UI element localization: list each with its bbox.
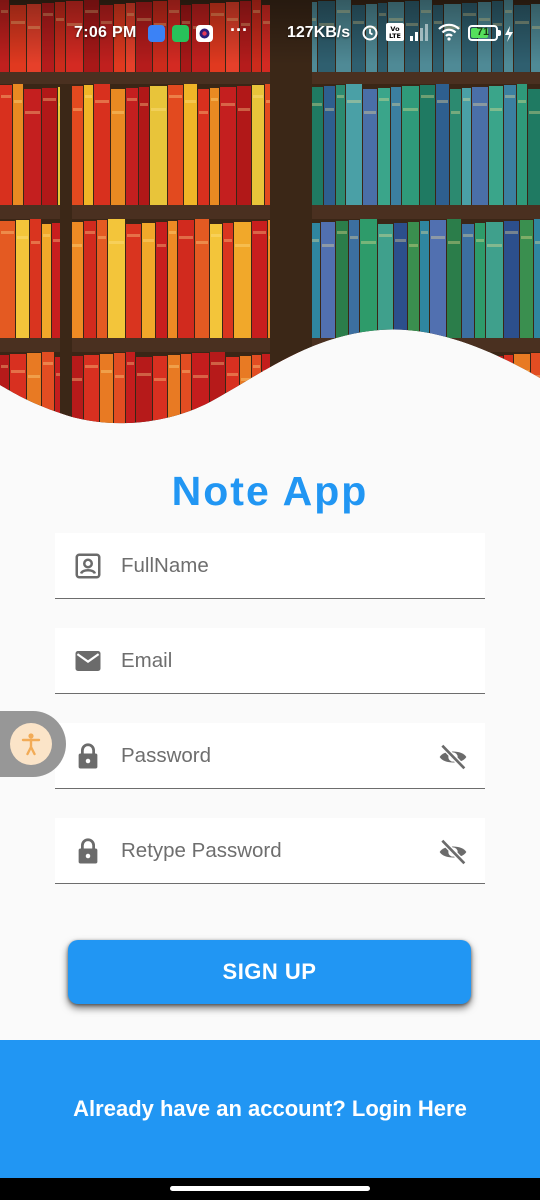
- contact-card-icon: [75, 553, 101, 579]
- lock-icon: [78, 743, 98, 769]
- accessibility-icon: [10, 723, 52, 765]
- svg-text:LTE: LTE: [389, 32, 401, 40]
- lock-icon: [78, 838, 98, 864]
- email-placeholder: Email: [121, 649, 173, 672]
- signal-icon: [410, 24, 428, 41]
- messages-icon: [148, 25, 165, 42]
- battery-level: 71: [476, 26, 490, 38]
- visibility-off-icon[interactable]: [437, 836, 469, 868]
- app-title: Note App: [171, 468, 369, 514]
- retype-password-placeholder: Retype Password: [121, 839, 282, 862]
- wechat-icon: [172, 25, 189, 42]
- password-field[interactable]: Password: [55, 723, 485, 789]
- fullname-field[interactable]: FullName: [55, 533, 485, 599]
- gesture-handle[interactable]: [170, 1186, 370, 1191]
- retype-password-field[interactable]: Retype Password: [55, 818, 485, 884]
- battery-icon: 71: [468, 25, 501, 41]
- email-field[interactable]: Email: [55, 628, 485, 694]
- charging-icon: [505, 26, 513, 42]
- more-notifications-icon: ···: [230, 20, 248, 40]
- login-link[interactable]: Already have an account? Login Here: [0, 1040, 540, 1178]
- alarm-icon: [362, 25, 378, 41]
- volte-icon: Vo LTE: [386, 23, 404, 41]
- visibility-off-icon[interactable]: [437, 741, 469, 773]
- navigation-bar: [0, 1178, 540, 1200]
- mail-icon: [75, 651, 101, 671]
- status-bar: 7:06 PM ··· 127KB/s Vo LTE 71: [0, 0, 540, 66]
- network-speed: 127KB/s: [287, 24, 351, 41]
- fullname-placeholder: FullName: [121, 554, 209, 577]
- status-time: 7:06 PM: [74, 24, 137, 41]
- password-placeholder: Password: [121, 744, 212, 767]
- app-icon: [196, 25, 213, 42]
- accessibility-menu-button[interactable]: [0, 711, 66, 777]
- signup-button[interactable]: SIGN UP: [68, 940, 471, 1004]
- wifi-icon: [438, 23, 460, 41]
